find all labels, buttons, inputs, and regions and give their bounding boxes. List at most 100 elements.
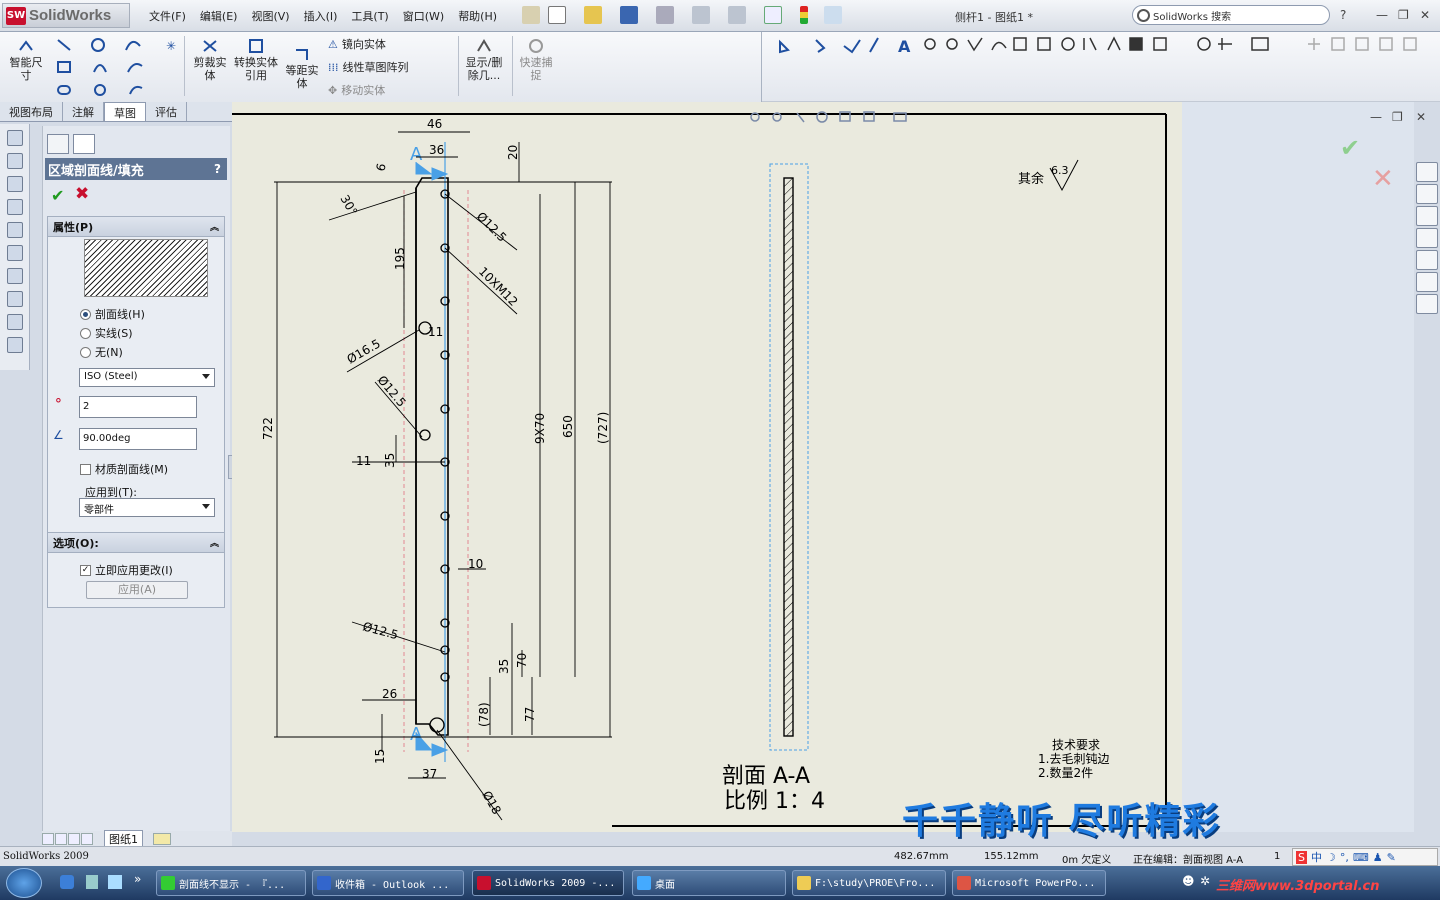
annotation-tool-icons[interactable]: A [762,32,1440,62]
convert-entities-button[interactable]: 转换实体引用 [234,38,278,82]
apply-immediately-checkbox[interactable]: ✓ 立即应用更改(I) [80,562,173,578]
taskbar-item-desktop[interactable]: 桌面 [632,870,786,896]
confirm-cancel-icon[interactable]: ✕ [1372,164,1394,194]
radio-button[interactable] [80,308,91,320]
appearances-icon[interactable] [1416,272,1438,292]
apply-to-select[interactable]: 零部件 [79,498,215,517]
radio-button[interactable] [80,327,91,339]
ime-chinese-icon[interactable]: 中 [1311,849,1322,865]
quicklaunch-ie-icon[interactable] [60,875,74,889]
last-sheet-icon[interactable] [81,832,93,845]
detail-view-icon[interactable] [7,222,23,238]
ime-settings-icon[interactable]: ✎ [1387,851,1396,864]
search-results-icon[interactable] [1416,228,1438,248]
close-icon[interactable]: ✕ [1420,8,1430,22]
break-icon[interactable] [7,291,23,307]
options-group-header[interactable]: 选项(O): ︽ [48,533,224,553]
hatch-angle-field[interactable]: 90.00deg [79,428,197,450]
save-icon[interactable] [620,6,638,24]
broken-out-section-icon[interactable] [7,268,23,284]
cancel-x-icon[interactable]: ✖ [75,184,89,204]
taskbar-item-chat[interactable]: 剖面线不显示 - 『... [156,870,306,896]
model-view-icon[interactable] [7,130,23,146]
undo-icon[interactable] [692,6,710,24]
checkbox[interactable] [80,463,91,475]
menu-edit[interactable]: 编辑(E) [193,8,245,24]
quicklaunch-more-icon[interactable]: » [134,872,141,886]
ime-moon-icon[interactable]: ☽ [1326,851,1336,864]
pin-icon[interactable] [522,6,540,24]
design-library-icon[interactable] [1416,184,1438,204]
quicklaunch-desktop-icon[interactable] [108,875,122,889]
taskbar-item-outlook[interactable]: 收件箱 - Outlook ... [312,870,464,896]
solidworks-logo[interactable]: SW SolidWorks [2,3,130,28]
radio-hatch[interactable]: 剖面线(H) [80,306,145,322]
projected-view-icon[interactable] [7,153,23,169]
sheet-tab[interactable]: 图纸1 [104,829,143,848]
rebuild-traffic-light-icon[interactable] [800,6,808,24]
drawing-sheet[interactable]: A A 46 36 20 6 30° Ø12.5 10XM12 195 11 Ø… [232,102,1182,832]
first-sheet-icon[interactable] [42,832,54,845]
tab-annotation[interactable]: 注解 [63,102,104,121]
ime-keyboard-icon[interactable]: ⌨ [1353,851,1369,864]
drawing-canvas[interactable]: A A 46 36 20 6 30° Ø12.5 10XM12 195 11 Ø… [232,102,1182,832]
radio-none[interactable]: 无(N) [80,344,123,360]
taskbar-item-powerpoint[interactable]: Microsoft PowerPo... [952,870,1106,896]
panel-restore-icon[interactable]: ❐ [1392,110,1403,124]
panel-minimize-icon[interactable]: — [1370,110,1382,124]
file-explorer-icon[interactable] [1416,206,1438,226]
mirror-entities-button[interactable]: ⚠ 镜向实体 [328,36,386,52]
collapse-chevron-icon[interactable]: ︽ [210,536,219,549]
alternate-position-icon[interactable] [7,337,23,353]
home-icon[interactable] [1416,162,1438,182]
ok-check-icon[interactable]: ✔ [51,186,64,205]
section-view-icon[interactable] [7,199,23,215]
restore-icon[interactable]: ❐ [1398,8,1409,22]
tab-evaluate[interactable]: 评估 [146,102,187,121]
menu-insert[interactable]: 插入(I) [297,8,345,24]
standard-views-icon[interactable] [7,245,23,261]
hatch-scale-field[interactable]: 2 [79,396,197,418]
next-sheet-icon[interactable] [68,832,80,845]
start-button-icon[interactable] [6,868,42,898]
options-icon[interactable] [824,6,842,24]
tray-star-icon[interactable]: ✲ [1200,874,1210,888]
taskbar-item-solidworks[interactable]: SolidWorks 2009 -... [472,870,624,896]
hatch-pattern-select[interactable]: ISO (Steel) [79,368,215,387]
trim-button[interactable]: 剪裁实体 [190,38,230,82]
tab-sketch[interactable]: 草图 [104,102,146,121]
add-sheet-icon[interactable] [153,832,171,845]
crop-view-icon[interactable] [7,314,23,330]
show-delete-relations-button[interactable]: 显示/删除几... [462,38,506,82]
search-input[interactable]: SolidWorks 搜索 [1153,8,1231,23]
offset-entities-button[interactable]: 等距实体 [282,46,322,90]
panel-close-icon[interactable]: ✕ [1416,110,1426,124]
material-hatch-checkbox[interactable]: 材质剖面线(M) [80,461,168,477]
collapse-chevron-icon[interactable]: ︽ [210,220,219,233]
menu-view[interactable]: 视图(V) [244,8,296,24]
select-arrow-icon[interactable] [764,6,782,24]
print-icon[interactable] [656,6,674,24]
help-button[interactable]: ? [214,162,221,176]
quick-snap-button[interactable]: 快速捕捉 [516,38,556,82]
confirm-check-icon[interactable]: ✔ [1340,134,1360,162]
auxiliary-view-icon[interactable] [7,176,23,192]
new-document-icon[interactable] [548,6,566,24]
move-entities-button[interactable]: ✥ 移动实体 [328,82,385,98]
apply-button[interactable]: 应用(A) [86,581,188,599]
sketch-tools-icons[interactable]: ✳ [54,36,184,100]
prev-sheet-icon[interactable] [55,832,67,845]
smart-dimension-button[interactable]: 智能尺寸 [6,38,46,82]
open-folder-icon[interactable] [584,6,602,24]
custom-properties-icon[interactable] [1416,294,1438,314]
ime-user-icon[interactable]: ♟ [1373,851,1383,864]
ime-toolbar[interactable]: S 中 ☽ °, ⌨ ♟ ✎ [1292,848,1438,866]
checkbox[interactable]: ✓ [80,564,91,576]
quicklaunch-doc-icon[interactable] [86,875,98,889]
help-icon[interactable]: ? [1340,8,1346,22]
redo-icon[interactable] [728,6,746,24]
linear-pattern-button[interactable]: ⁞⁞⁞ 线性草图阵列 [328,59,409,75]
menu-file[interactable]: 文件(F) [142,8,193,24]
tray-face-icon[interactable]: ☻ [1182,874,1195,888]
view-palette-icon[interactable] [1416,250,1438,270]
